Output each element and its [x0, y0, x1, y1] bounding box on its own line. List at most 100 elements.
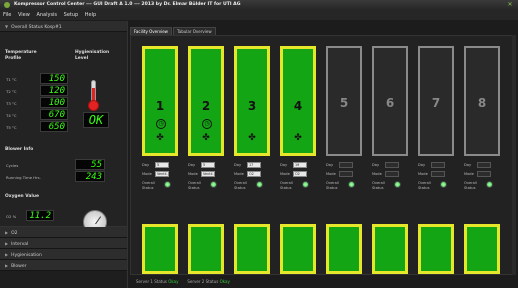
mode-label: Mode	[142, 172, 152, 176]
t5-value: 650	[40, 121, 68, 132]
accordion-blower[interactable]: ▶ Blower	[0, 260, 127, 271]
tab-facility-overview[interactable]: Facility Overview	[130, 27, 172, 35]
close-icon[interactable]: ✕	[507, 2, 513, 8]
chamber-5[interactable]: 5	[326, 46, 362, 156]
day-field[interactable]	[385, 162, 399, 168]
day-field[interactable]	[339, 162, 353, 168]
day-label: Day	[464, 163, 472, 167]
chamber-lower-8[interactable]	[464, 224, 500, 274]
menu-setup[interactable]: Setup	[64, 12, 79, 18]
vertical-scrollbar[interactable]	[512, 35, 516, 275]
day-field[interactable]	[477, 162, 491, 168]
chamber-2[interactable]: 2 ◷ ✤	[188, 46, 224, 156]
overall-status-label: Overall Status	[142, 181, 155, 190]
running-time-value: 243	[75, 171, 105, 182]
accordion-o2[interactable]: ▶ O2	[0, 227, 127, 238]
chamber-lower-7[interactable]	[418, 224, 454, 274]
mode-field[interactable]: Ventil.	[201, 171, 215, 177]
chamber-4[interactable]: 4 ✤	[280, 46, 316, 156]
facility-unit-1[interactable]: 1 ◷ ✤ Day 5 Mode Ventil. Overall Status	[142, 46, 178, 196]
day-field[interactable]: 19	[293, 162, 307, 168]
t1-value: 150	[40, 73, 68, 84]
facility-unit-7[interactable]: 7 Day Mode Overall Status	[418, 46, 454, 196]
day-label: Day	[234, 163, 242, 167]
day-label: Day	[188, 163, 196, 167]
chamber-7[interactable]: 7	[418, 46, 454, 156]
menu-view[interactable]: View	[18, 12, 30, 18]
chamber-8[interactable]: 8	[464, 46, 500, 156]
facility-unit-2[interactable]: 2 ◷ ✤ Day 5 Mode Ventil. Overall Status	[188, 46, 224, 196]
mode-field[interactable]: O2	[247, 171, 261, 177]
menu-analysis[interactable]: Analysis	[36, 12, 57, 18]
o2-label: O2 %	[6, 214, 17, 219]
o2-value: 11.2	[26, 210, 54, 221]
overall-status-label: Overall Status	[418, 181, 431, 190]
left-panel: ▼ Overall Status Kosp#1 Temperature Profi…	[0, 21, 128, 288]
accordion-hygienisation[interactable]: ▶ Hygienisation	[0, 249, 127, 260]
facility-unit-3[interactable]: 3 ✤ Day 17 Mode O2 Overall Status	[234, 46, 270, 196]
chamber-lower-1[interactable]	[142, 224, 178, 274]
day-field[interactable]: 17	[247, 162, 261, 168]
day-field[interactable]: 5	[201, 162, 215, 168]
fan-icon: ✤	[294, 133, 302, 143]
title-bar: Kompressor Control Center --- GUI Draft …	[0, 0, 518, 10]
app-icon	[4, 2, 10, 8]
chamber-lower-3[interactable]	[234, 224, 270, 274]
status-led	[164, 181, 171, 188]
chamber-number: 7	[431, 96, 441, 110]
day-field[interactable]	[431, 162, 445, 168]
chamber-6[interactable]: 6	[372, 46, 408, 156]
day-label: Day	[280, 163, 288, 167]
chamber-1[interactable]: 1 ◷ ✤	[142, 46, 178, 156]
menu-file[interactable]: File	[3, 12, 11, 18]
chamber-number: 5	[339, 96, 349, 110]
status-led	[440, 181, 447, 188]
day-label: Day	[142, 163, 150, 167]
chamber-lower-2[interactable]	[188, 224, 224, 274]
chevron-right-icon: ▶	[5, 263, 9, 268]
chevron-right-icon: ▶	[5, 241, 9, 246]
menu-help[interactable]: Help	[85, 12, 96, 18]
mode-field[interactable]	[339, 171, 353, 177]
clock-icon: ◷	[156, 119, 166, 129]
mode-field[interactable]: Ventil.	[155, 171, 169, 177]
status-led	[486, 181, 493, 188]
oxygen-value-label: Oxygen Value	[5, 194, 39, 199]
chamber-number: 3	[247, 99, 257, 113]
mode-label: Mode	[418, 172, 428, 176]
chamber-lower-5[interactable]	[326, 224, 362, 274]
window-title: Kompressor Control Center --- GUI Draft …	[14, 2, 241, 7]
facility-unit-5[interactable]: 5 Day Mode Overall Status	[326, 46, 362, 196]
accordion-interval[interactable]: ▶ Interval	[0, 238, 127, 249]
mode-field[interactable]	[431, 171, 445, 177]
tab-tabular-overview[interactable]: Tabular Overview	[172, 27, 216, 35]
mode-field[interactable]: O2	[293, 171, 307, 177]
overall-status-panel: Temperature Profile Hygienisation Level …	[0, 32, 127, 234]
overall-status-label: Overall Status	[464, 181, 477, 190]
t5-label: T5 °C	[6, 125, 17, 130]
overall-status-label: Overall Status	[234, 181, 247, 190]
status-led	[348, 181, 355, 188]
day-label: Day	[326, 163, 334, 167]
chevron-right-icon: ▶	[5, 230, 9, 235]
mode-field[interactable]	[385, 171, 399, 177]
running-time-label: Running Time Hrs.	[6, 175, 41, 180]
hygienisation-status: OK	[83, 112, 109, 128]
facility-unit-8[interactable]: 8 Day Mode Overall Status	[464, 46, 500, 196]
chamber-3[interactable]: 3 ✤	[234, 46, 270, 156]
overall-status-header[interactable]: ▼ Overall Status Kosp#1	[0, 21, 127, 32]
chamber-lower-6[interactable]	[372, 224, 408, 274]
mode-field[interactable]	[477, 171, 491, 177]
temperature-profile-label: Temperature Profile	[5, 50, 37, 61]
fan-icon: ✤	[156, 133, 164, 143]
server1-status-label: Server 1 Status	[136, 279, 167, 284]
facility-unit-6[interactable]: 6 Day Mode Overall Status	[372, 46, 408, 196]
blower-info-label: Blower Info	[5, 147, 34, 152]
facility-unit-4[interactable]: 4 ✤ Day 19 Mode O2 Overall Status	[280, 46, 316, 196]
chamber-lower-4[interactable]	[280, 224, 316, 274]
cycles-label: Cycles	[6, 163, 19, 168]
overall-status-label: Overall Status	[372, 181, 385, 190]
clock-icon: ◷	[202, 119, 212, 129]
t2-value: 120	[40, 85, 68, 96]
day-field[interactable]: 5	[155, 162, 169, 168]
